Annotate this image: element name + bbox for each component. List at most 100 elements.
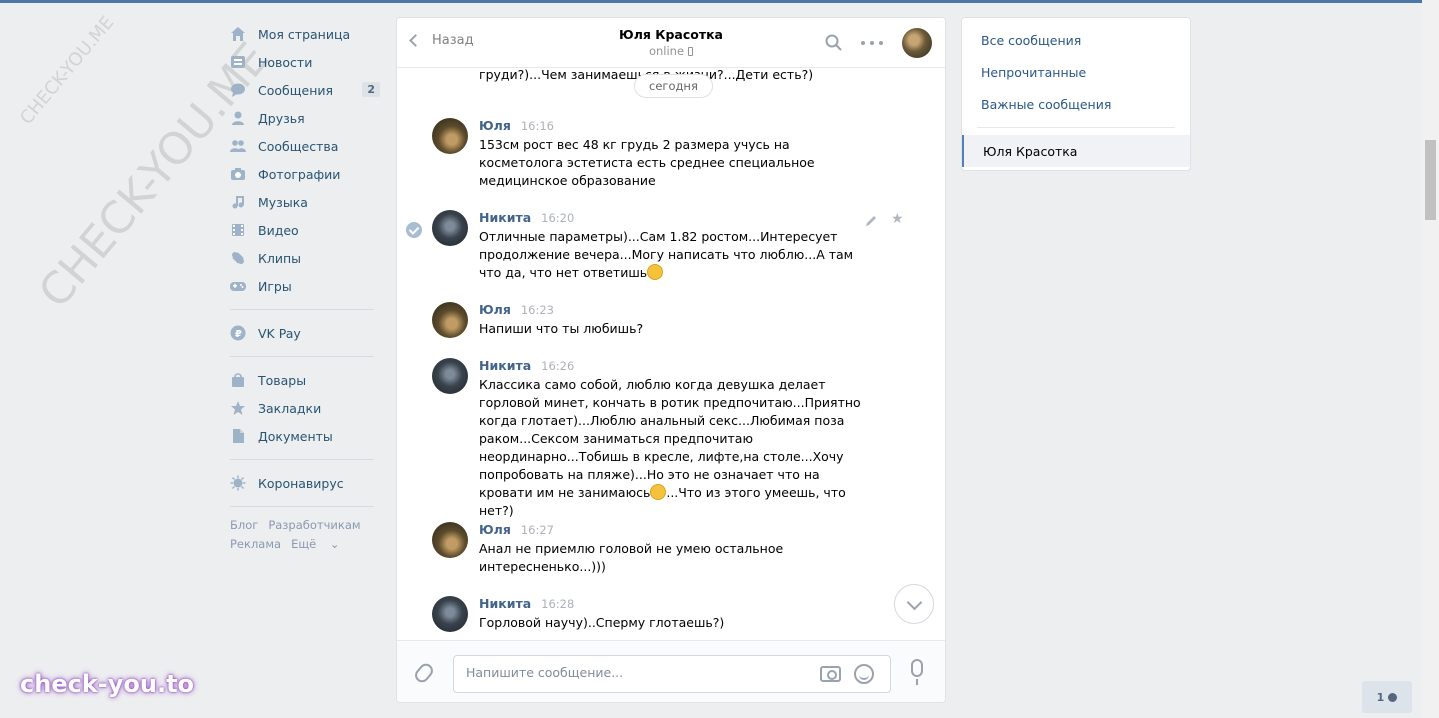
- online-friends-button[interactable]: 1: [1362, 681, 1412, 713]
- avatar[interactable]: [432, 596, 468, 632]
- mobile-icon: [688, 46, 694, 56]
- paperclip-icon[interactable]: [412, 660, 436, 686]
- clips-icon: [230, 250, 246, 266]
- check-icon[interactable]: [406, 222, 422, 238]
- nav-label: Игры: [258, 278, 292, 294]
- nav-label: Фотографии: [258, 166, 341, 182]
- nav-item-messages[interactable]: Сообщения 2: [230, 76, 380, 104]
- nav-item-games[interactable]: Игры: [230, 272, 380, 300]
- nav-divider: [230, 309, 374, 310]
- nav-divider: [230, 356, 374, 357]
- camera-icon[interactable]: [820, 666, 841, 682]
- avatar[interactable]: [432, 302, 468, 338]
- active-conversation-item[interactable]: Юля Красотка: [962, 135, 1190, 167]
- scrollbar-thumb[interactable]: [1425, 140, 1436, 220]
- footer-link-more[interactable]: Ещё ⌄: [291, 537, 339, 551]
- sender-name[interactable]: Никита: [479, 596, 531, 611]
- brand-watermark: check-you.to: [20, 670, 195, 698]
- nav-item-clips[interactable]: Клипы: [230, 244, 380, 272]
- page-scrollbar[interactable]: [1422, 0, 1439, 718]
- message-meta: Юля 16:23: [479, 302, 554, 317]
- peer-status-text: online: [648, 44, 685, 58]
- nav-label: VK Pay: [258, 325, 301, 341]
- nav-label: Коронавирус: [258, 475, 344, 491]
- friends-icon: [230, 110, 246, 126]
- nav-divider: [230, 506, 374, 507]
- filter-unread[interactable]: Непрочитанные: [962, 56, 1190, 88]
- more-options-icon[interactable]: [861, 34, 883, 51]
- avatar[interactable]: [432, 522, 468, 558]
- nav-item-bookmarks[interactable]: Закладки: [230, 394, 380, 422]
- nav-label: Сообщения: [258, 82, 334, 98]
- message-time: 16:28: [541, 597, 575, 611]
- avatar[interactable]: [432, 210, 468, 246]
- message-history[interactable]: груди?)...Чем занимаешься в жизни?...Дет…: [397, 68, 945, 640]
- nav-item-news[interactable]: Новости: [230, 48, 380, 76]
- scroll-to-bottom-button[interactable]: [894, 584, 934, 624]
- vkpay-icon: ₽: [230, 325, 246, 341]
- nav-item-friends[interactable]: Друзья: [230, 104, 380, 132]
- nav-label: Новости: [258, 54, 313, 70]
- watermark-small: CHECK-YOU.ME: [15, 12, 119, 129]
- nav-item-market[interactable]: Товары: [230, 366, 380, 394]
- footer-link-ads[interactable]: Реклама: [230, 537, 281, 551]
- chat-header: Назад Юля Красотка online: [397, 18, 945, 68]
- nav-label: Закладки: [258, 400, 322, 416]
- nav-item-coronavirus[interactable]: Коронавирус: [230, 469, 380, 497]
- star-icon[interactable]: ★: [891, 212, 905, 226]
- sender-name[interactable]: Юля: [479, 118, 511, 133]
- message-input-box[interactable]: [453, 655, 891, 693]
- sender-name[interactable]: Юля: [479, 522, 511, 537]
- emoji-icon[interactable]: [854, 664, 874, 684]
- message-meta: Никита 16:26: [479, 358, 574, 373]
- message-text-body: Классика само собой, люблю когда девушка…: [479, 377, 861, 500]
- groups-icon: [230, 138, 246, 154]
- avatar[interactable]: [432, 358, 468, 394]
- filter-important[interactable]: Важные сообщения: [962, 88, 1190, 120]
- sender-name[interactable]: Никита: [479, 210, 531, 225]
- pencil-icon[interactable]: [865, 214, 878, 227]
- avatar[interactable]: [432, 118, 468, 154]
- nav-label: Музыка: [258, 194, 308, 210]
- top-accent-bar: [0, 0, 1422, 3]
- video-icon: [230, 222, 246, 238]
- person-icon: [1388, 692, 1398, 702]
- nav-item-music[interactable]: Музыка: [230, 188, 380, 216]
- nav-item-photos[interactable]: Фотографии: [230, 160, 380, 188]
- message-text: Классика само собой, люблю когда девушка…: [479, 376, 869, 520]
- filter-all-messages[interactable]: Все сообщения: [962, 24, 1190, 56]
- message-meta: Никита 16:20: [479, 210, 574, 225]
- home-icon: [230, 26, 246, 42]
- sender-name[interactable]: Никита: [479, 358, 531, 373]
- virus-icon: [230, 475, 246, 491]
- message-input[interactable]: [466, 665, 806, 680]
- nav-item-vkpay[interactable]: ₽ VK Pay: [230, 319, 380, 347]
- camera-icon: [230, 166, 246, 182]
- microphone-icon[interactable]: [911, 659, 923, 685]
- news-icon: [230, 54, 246, 70]
- message-text: 153см рост вес 48 кг грудь 2 размера учу…: [479, 137, 815, 188]
- star-icon: [230, 400, 246, 416]
- online-friends-count: 1: [1376, 690, 1385, 704]
- footer-link-dev[interactable]: Разработчикам: [268, 518, 360, 532]
- sender-name[interactable]: Юля: [479, 302, 511, 317]
- message-time: 16:16: [520, 119, 555, 133]
- nav-item-documents[interactable]: Документы: [230, 422, 380, 450]
- messages-icon: [230, 82, 246, 98]
- footer-link-blog[interactable]: Блог: [230, 518, 258, 532]
- nav-label: Моя страница: [258, 26, 351, 42]
- nav-item-groups[interactable]: Сообщества: [230, 132, 380, 160]
- nav-item-video[interactable]: Видео: [230, 216, 380, 244]
- blush-emoji-icon: [650, 484, 667, 500]
- message-time: 16:23: [520, 303, 555, 317]
- search-icon[interactable]: [825, 34, 842, 51]
- message-meta: Юля 16:16: [479, 118, 554, 133]
- panel-divider: [977, 127, 1175, 128]
- footer-more-label: Ещё: [291, 537, 317, 551]
- message-time: 16:20: [541, 211, 575, 225]
- nav-item-my-page[interactable]: Моя страница: [230, 20, 380, 48]
- left-navigation: Моя страница Новости Сообщения 2 Друзья …: [230, 20, 380, 554]
- message-text: Отличные параметры)...Сам 1.82 ростом...…: [479, 228, 869, 282]
- bag-icon: [230, 372, 246, 388]
- peer-avatar[interactable]: [902, 28, 932, 58]
